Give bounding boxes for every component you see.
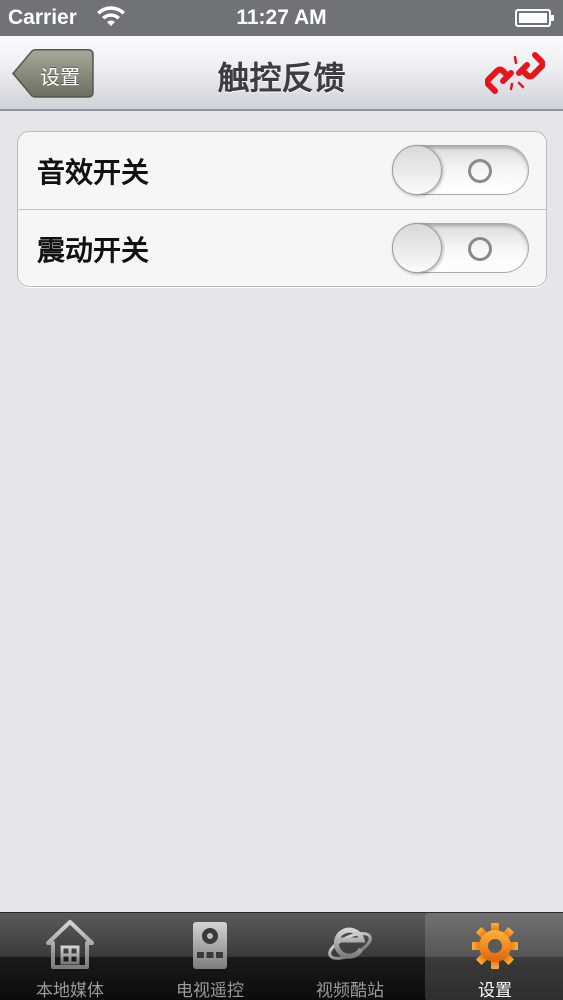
vibration-switch-row: 震动开关 bbox=[18, 209, 546, 286]
sound-switch-toggle[interactable] bbox=[392, 145, 529, 195]
battery-icon bbox=[515, 9, 554, 27]
tab-label: 本地媒体 bbox=[36, 981, 104, 1000]
vibration-switch-label: 震动开关 bbox=[37, 234, 150, 267]
status-bar: Carrier 11:27 AM bbox=[0, 0, 563, 36]
settings-group: 音效开关 震动开关 bbox=[17, 131, 547, 287]
navigation-bar: 设置 触控反馈 bbox=[0, 36, 563, 111]
tab-label: 电视遥控 bbox=[176, 981, 244, 1000]
tab-label: 视频酷站 bbox=[316, 981, 384, 1000]
toggle-knob[interactable] bbox=[392, 145, 442, 195]
browser-e-icon bbox=[328, 927, 372, 960]
tab-video-sites[interactable]: 视频酷站 bbox=[280, 913, 420, 1000]
sound-switch-row: 音效开关 bbox=[18, 132, 546, 209]
broken-link-icon[interactable] bbox=[485, 51, 545, 95]
status-time: 11:27 AM bbox=[236, 6, 327, 29]
vibration-switch-toggle[interactable] bbox=[392, 223, 529, 273]
toggle-off-circle-icon bbox=[468, 237, 492, 261]
tab-bar: 本地媒体 电视遥控 视频酷站 设置 bbox=[0, 912, 563, 1000]
tab-settings[interactable]: 设置 bbox=[425, 913, 563, 1000]
toggle-knob[interactable] bbox=[392, 223, 442, 273]
tab-tv-remote[interactable]: 电视遥控 bbox=[140, 913, 280, 1000]
home-icon bbox=[46, 920, 94, 969]
page-title: 触控反馈 bbox=[217, 59, 346, 97]
tab-label: 设置 bbox=[478, 981, 512, 1000]
sound-switch-label: 音效开关 bbox=[37, 156, 150, 189]
gear-icon bbox=[472, 923, 518, 969]
toggle-off-circle-icon bbox=[468, 159, 492, 183]
remote-control-icon bbox=[193, 922, 227, 969]
tab-local-media[interactable]: 本地媒体 bbox=[0, 913, 140, 1000]
